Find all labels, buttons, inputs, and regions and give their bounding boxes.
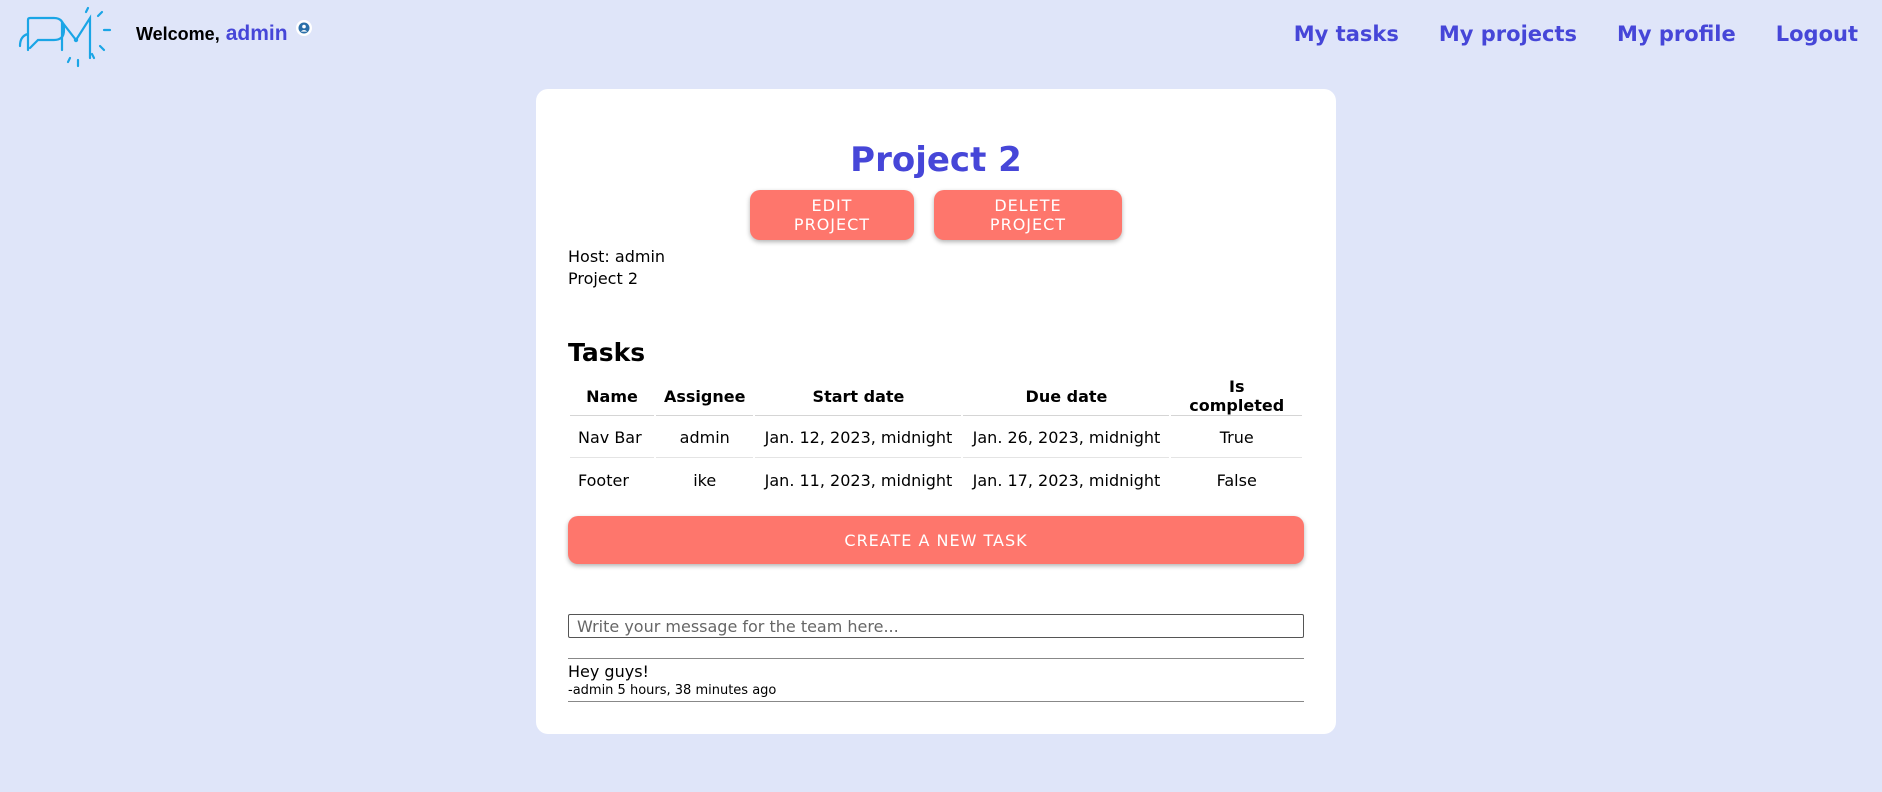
table-header-row: Name Assignee Start date Due date Is com… bbox=[570, 377, 1302, 416]
project-meta: Host: admin Project 2 bbox=[568, 246, 665, 290]
project-host: Host: admin bbox=[568, 247, 666, 266]
welcome-username[interactable]: admin bbox=[226, 22, 288, 46]
column-header-is-completed: Is completed bbox=[1171, 377, 1302, 416]
top-header: Welcome, admin My tasks My projects My p… bbox=[0, 0, 1882, 74]
task-start-date: Jan. 11, 2023, midnight bbox=[764, 470, 953, 490]
project-actions: EDIT PROJECT DELETE PROJECT bbox=[536, 190, 1336, 240]
nav-logout[interactable]: Logout bbox=[1776, 22, 1858, 46]
main-nav: My tasks My projects My profile Logout bbox=[1294, 22, 1858, 46]
tasks-table: Name Assignee Start date Due date Is com… bbox=[568, 375, 1304, 502]
column-header-start-date: Start date bbox=[755, 377, 962, 416]
nav-my-projects[interactable]: My projects bbox=[1439, 22, 1577, 46]
welcome-greeting: Welcome, admin bbox=[136, 20, 312, 46]
team-message-input[interactable] bbox=[568, 614, 1304, 638]
column-header-name: Name bbox=[570, 377, 654, 416]
pm-logo-icon[interactable] bbox=[18, 6, 114, 68]
task-is-completed: False bbox=[1216, 470, 1257, 490]
task-due-date: Jan. 17, 2023, midnight bbox=[972, 470, 1161, 490]
nav-my-tasks[interactable]: My tasks bbox=[1294, 22, 1399, 46]
task-start-date: Jan. 12, 2023, midnight bbox=[755, 418, 962, 458]
message-meta: -admin 5 hours, 38 minutes ago bbox=[568, 683, 777, 698]
project-description: Project 2 bbox=[568, 269, 639, 288]
task-due-date: Jan. 26, 2023, midnight bbox=[963, 418, 1170, 458]
user-icon[interactable] bbox=[295, 20, 312, 36]
column-header-due-date: Due date bbox=[963, 377, 1170, 416]
task-assignee: ike bbox=[693, 470, 717, 490]
message-body: Hey guys! bbox=[568, 662, 649, 681]
task-is-completed: True bbox=[1171, 418, 1302, 458]
delete-project-button[interactable]: DELETE PROJECT bbox=[934, 190, 1122, 240]
table-row[interactable]: Nav Bar admin Jan. 12, 2023, midnight Ja… bbox=[570, 418, 1302, 458]
create-task-button[interactable]: CREATE A NEW TASK bbox=[568, 516, 1304, 564]
table-row[interactable]: Footer ike Jan. 11, 2023, midnight Jan. … bbox=[570, 460, 1302, 500]
task-assignee: admin bbox=[656, 418, 754, 458]
task-name[interactable]: Nav Bar bbox=[570, 418, 654, 458]
nav-my-profile[interactable]: My profile bbox=[1617, 22, 1736, 46]
welcome-label: Welcome, bbox=[136, 24, 220, 44]
tasks-heading: Tasks bbox=[568, 338, 646, 367]
task-name[interactable]: Footer bbox=[570, 460, 654, 500]
project-title: Project 2 bbox=[850, 140, 1022, 180]
edit-project-button[interactable]: EDIT PROJECT bbox=[750, 190, 914, 240]
column-header-assignee: Assignee bbox=[656, 377, 754, 416]
chat-message: Hey guys! -admin 5 hours, 38 minutes ago bbox=[568, 658, 1304, 702]
